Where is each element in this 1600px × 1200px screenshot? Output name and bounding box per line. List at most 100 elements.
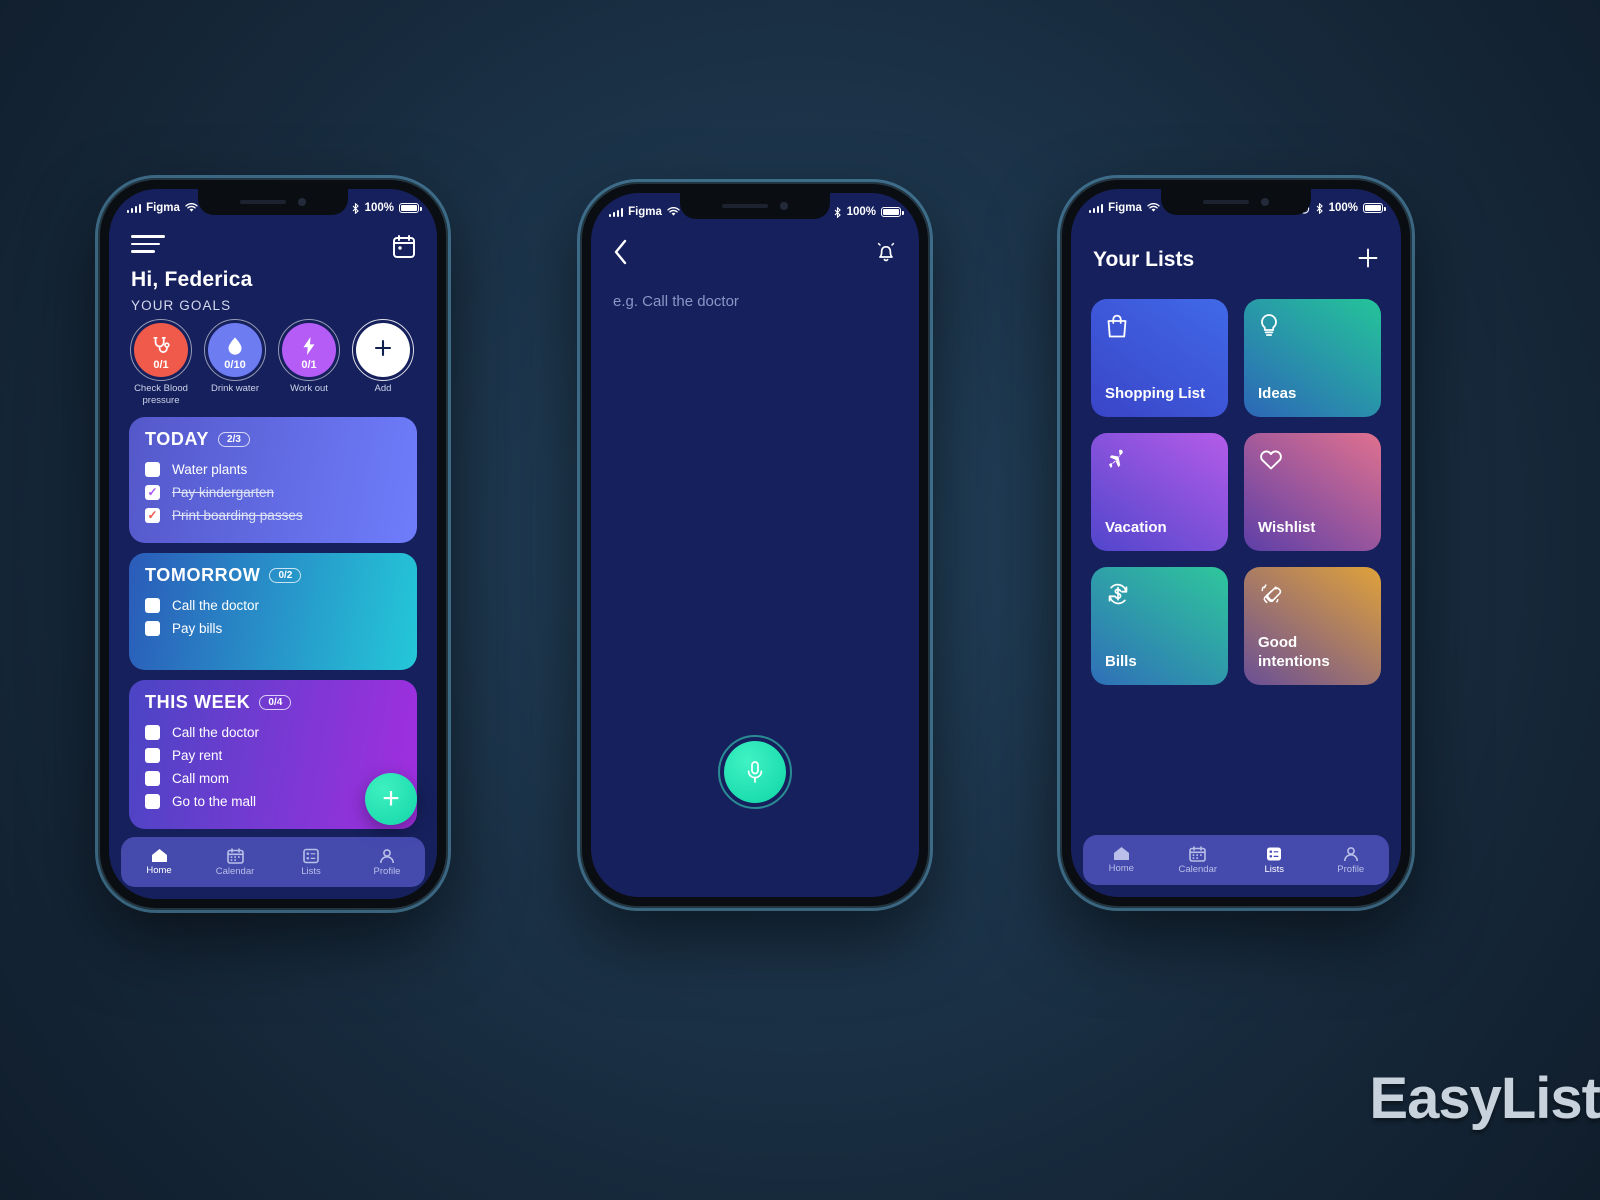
list-tile-label: Good intentions bbox=[1258, 634, 1330, 670]
phone1-screen: Figma 100% Hi, Federica YOUR GOALS 0/1 C… bbox=[109, 189, 437, 899]
speaker-icon bbox=[722, 204, 768, 208]
phone-home-screen: Figma 100% Hi, Federica YOUR GOALS 0/1 C… bbox=[98, 178, 448, 910]
task-label: Pay rent bbox=[172, 747, 223, 763]
checkbox[interactable] bbox=[145, 770, 160, 786]
notch bbox=[198, 189, 348, 215]
signal-bars-icon bbox=[1089, 203, 1104, 213]
bell-icon[interactable] bbox=[875, 240, 897, 264]
add-task-button[interactable]: + bbox=[365, 773, 417, 825]
list-tile-good-intentions[interactable]: Good intentions bbox=[1244, 567, 1381, 685]
tab-calendar[interactable]: Calendar bbox=[1160, 845, 1237, 875]
tab-profile[interactable]: Profile bbox=[349, 848, 425, 877]
list-tile-label: Bills bbox=[1105, 652, 1137, 670]
goal-label: Drink water bbox=[210, 383, 260, 394]
task-label: Pay bills bbox=[172, 620, 223, 636]
battery-icon bbox=[1363, 203, 1386, 213]
task-row[interactable]: ✓ Print boarding passes bbox=[145, 504, 401, 527]
task-label: Go to the mall bbox=[172, 793, 257, 809]
task-row[interactable]: ✓ Pay kindergarten bbox=[145, 481, 401, 504]
task-row[interactable]: Call mom bbox=[145, 767, 401, 790]
list-tile-vacation[interactable]: Vacation bbox=[1091, 433, 1228, 551]
checkbox-checked[interactable]: ✓ bbox=[145, 507, 160, 523]
page-title: Your Lists bbox=[1093, 248, 1195, 271]
signal-bars-icon bbox=[127, 203, 142, 213]
tab-profile[interactable]: Profile bbox=[1313, 846, 1390, 875]
status-badge: 0/4 bbox=[259, 694, 292, 710]
shopping-bag-icon bbox=[1105, 313, 1214, 344]
wifi-icon bbox=[1147, 203, 1160, 212]
task-label: Print boarding passes bbox=[172, 507, 303, 523]
plus-icon: + bbox=[382, 782, 400, 815]
task-row[interactable]: Pay bills bbox=[145, 617, 401, 640]
list-tile-label: Vacation bbox=[1105, 518, 1167, 536]
carrier-label: Figma bbox=[1108, 202, 1142, 214]
task-card-tomorrow: TOMORROW 0/2 Call the doctor Pay bills bbox=[129, 552, 417, 670]
task-row[interactable]: Call the doctor bbox=[145, 594, 401, 617]
list-tile-bills[interactable]: Bills bbox=[1091, 567, 1228, 685]
task-row[interactable]: Pay rent bbox=[145, 744, 401, 767]
list-tile-ideas[interactable]: Ideas bbox=[1244, 299, 1381, 417]
goal-add-button[interactable]: Add bbox=[351, 319, 415, 407]
list-tile-label: Shopping List bbox=[1105, 384, 1205, 402]
tab-lists[interactable]: Lists bbox=[273, 848, 349, 877]
lists-icon bbox=[303, 848, 319, 863]
heart-icon bbox=[1258, 447, 1367, 476]
chevron-left-icon[interactable] bbox=[613, 239, 629, 265]
checkbox[interactable] bbox=[145, 597, 160, 613]
person-icon bbox=[380, 848, 394, 863]
signal-bars-icon bbox=[609, 207, 624, 217]
battery-percent-label: 100% bbox=[1328, 202, 1358, 214]
bluetooth-icon bbox=[352, 202, 359, 214]
lists-grid: Shopping List Ideas Vacation Wishlist Bi… bbox=[1091, 299, 1381, 685]
checkbox[interactable] bbox=[145, 724, 160, 740]
task-label: Call the doctor bbox=[172, 597, 260, 613]
bluetooth-icon bbox=[834, 206, 841, 218]
calendar-icon[interactable] bbox=[393, 235, 415, 258]
add-list-button[interactable] bbox=[1357, 247, 1379, 273]
checkbox[interactable] bbox=[145, 747, 160, 763]
speaker-icon bbox=[240, 200, 286, 204]
lists-icon bbox=[1267, 847, 1282, 860]
task-row[interactable]: Call the doctor bbox=[145, 721, 401, 744]
status-badge: 0/2 bbox=[269, 567, 302, 583]
goal-drink-water[interactable]: 0/10 Drink water bbox=[203, 319, 267, 407]
goal-work-out[interactable]: 0/1 Work out bbox=[277, 319, 341, 407]
list-tile-wishlist[interactable]: Wishlist bbox=[1244, 433, 1381, 551]
card-title: TOMORROW bbox=[145, 564, 261, 585]
goal-check-blood-pressure[interactable]: 0/1 Check Blood pressure bbox=[129, 319, 193, 407]
list-tile-shopping-list[interactable]: Shopping List bbox=[1091, 299, 1228, 417]
bluetooth-icon bbox=[1316, 202, 1323, 214]
task-row[interactable]: Water plants bbox=[145, 458, 401, 481]
tab-label: Profile bbox=[373, 865, 401, 877]
tab-home[interactable]: Home bbox=[121, 848, 197, 876]
checkbox[interactable] bbox=[145, 793, 160, 809]
tab-lists[interactable]: Lists bbox=[1236, 846, 1313, 875]
plus-icon bbox=[1358, 248, 1378, 268]
goals-row: 0/1 Check Blood pressure 0/10 Drink wate… bbox=[123, 313, 423, 407]
task-row[interactable]: Go to the mall bbox=[145, 790, 401, 813]
camera-icon bbox=[780, 202, 788, 210]
home-icon bbox=[151, 849, 167, 862]
goal-count: 0/10 bbox=[224, 359, 246, 371]
tab-label: Calendar bbox=[1178, 863, 1218, 875]
phone2-screen: Figma 100% e.g. Call the doctor bbox=[591, 193, 919, 897]
checkbox-checked[interactable]: ✓ bbox=[145, 484, 160, 500]
lightbulb-icon bbox=[1258, 313, 1367, 344]
voice-input-placeholder[interactable]: e.g. Call the doctor bbox=[613, 293, 897, 310]
tab-calendar[interactable]: Calendar bbox=[197, 847, 273, 877]
camera-icon bbox=[1261, 198, 1269, 206]
microphone-button[interactable] bbox=[718, 735, 792, 809]
hamburger-icon[interactable] bbox=[131, 235, 165, 258]
tab-label: Home bbox=[1108, 863, 1134, 874]
tab-home[interactable]: Home bbox=[1083, 846, 1160, 874]
wifi-icon bbox=[185, 203, 198, 212]
task-label: Call mom bbox=[172, 770, 230, 786]
checkbox[interactable] bbox=[145, 620, 160, 636]
bottom-tab-bar: Home Calendar Lists Profile bbox=[121, 837, 425, 887]
card-title: TODAY bbox=[145, 428, 210, 449]
notch bbox=[680, 193, 830, 219]
checkbox[interactable] bbox=[145, 461, 160, 477]
goal-count: 0/1 bbox=[153, 359, 169, 371]
speaker-icon bbox=[1203, 200, 1249, 204]
brand-logo: EasyList bbox=[1369, 1066, 1600, 1131]
